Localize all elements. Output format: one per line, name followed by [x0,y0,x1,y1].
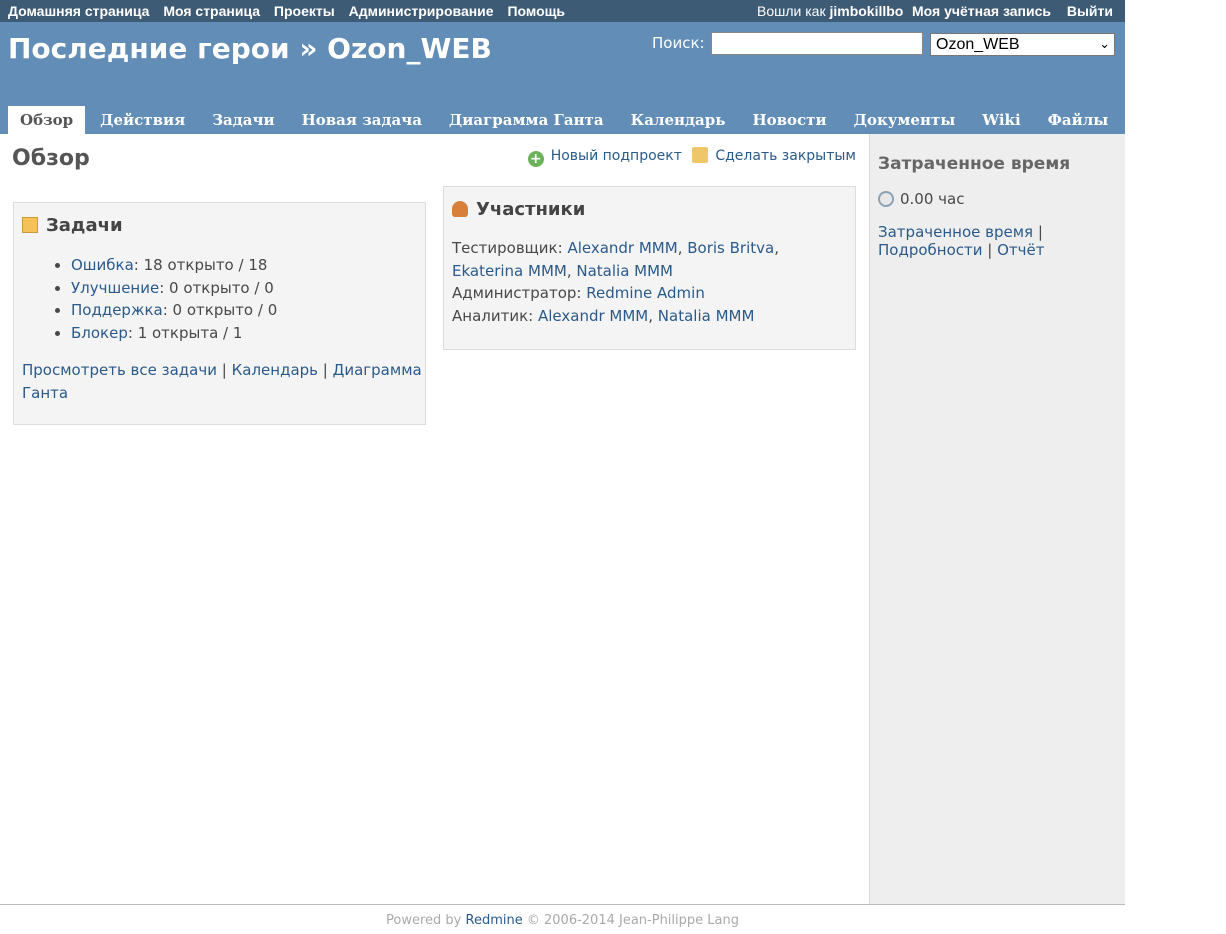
tracker-stats: : 1 открыта / 1 [127,323,243,342]
project-jump-select[interactable]: Ozon_WEB ⌄ [930,33,1115,56]
tab-overview[interactable]: Обзор [8,106,86,134]
top-menu: Домашняя страница Моя страница Проекты А… [0,0,1125,22]
list-item: Поддержка: 0 открыто / 0 [71,299,277,322]
add-icon: + [527,151,544,167]
role-row-analyst: Аналитик: Alexandr MMM, Natalia MMM [452,306,755,325]
tab-news[interactable]: Новости [740,106,838,134]
members-list: Тестировщик: Alexandr MMM, Boris Britva,… [452,237,847,327]
tab-files[interactable]: Файлы [1036,106,1121,134]
main-menu: Обзор Действия Задачи Новая задача Диаграмма… [8,106,1165,134]
member-link[interactable]: Alexandr MMM [538,307,648,325]
sidebar-title: Затраченное время [878,154,1071,174]
role-label: Аналитик: [452,306,534,325]
powered-by-text: Powered by [386,913,462,928]
tab-wiki[interactable]: Wiki [970,106,1032,134]
account-menu: Моя учётная запись Выйти [900,3,1113,19]
member-link[interactable]: Natalia MMM [576,262,673,280]
tab-calendar[interactable]: Календарь [619,106,738,134]
lock-icon [692,147,709,163]
tab-settings[interactable]: Н [1123,106,1161,134]
top-menu-administration[interactable]: Администрирование [349,3,494,19]
main-content: Обзор + Новый подпроект Сделать закрытым … [0,134,869,904]
tracker-stats: : 0 открыто / 0 [162,301,278,320]
view-all-issues-link[interactable]: Просмотреть все задачи [22,361,217,379]
tab-documents[interactable]: Документы [842,106,968,134]
tab-new-issue[interactable]: Новая задача [290,106,434,134]
list-item: Блокер: 1 открыта / 1 [71,322,277,345]
top-menu-home[interactable]: Домашняя страница [8,3,149,19]
members-icon [452,201,468,217]
tab-activity[interactable]: Действия [88,106,197,134]
close-project-link[interactable]: Сделать закрытым [715,148,856,164]
separator: | [221,361,227,379]
chevron-down-icon: ⌄ [1099,36,1110,51]
logout-link[interactable]: Выйти [1067,3,1113,19]
role-label: Тестировщик: [452,239,563,257]
logged-as-label: Вошли как [757,3,826,19]
tab-issues[interactable]: Задачи [200,106,286,134]
clock-icon [878,191,894,207]
tracker-link-support[interactable]: Поддержка [71,301,163,319]
spent-time-total: 0.00 час [878,190,964,208]
details-link[interactable]: Подробности [878,241,983,259]
sidebar: Затраченное время 0.00 час Затраченное в… [869,134,1125,904]
spent-hours: 0.00 час [900,190,965,208]
separator: | [322,361,328,379]
top-menu-my-page[interactable]: Моя страница [163,3,260,19]
copyright-text: © 2006-2014 Jean-Philippe Lang [526,913,739,928]
my-account-link[interactable]: Моя учётная запись [912,3,1051,19]
list-item: Ошибка: 18 открыто / 18 [71,254,277,277]
tracker-stats: : 18 открыто / 18 [133,256,268,274]
project-title: Последние герои » Ozon_WEB [8,32,492,65]
member-link[interactable]: Boris Britva [687,239,774,257]
issues-icon [22,217,38,233]
member-link[interactable]: Ekaterina MMM [452,262,567,280]
role-label: Администратор: [452,284,582,303]
project-jump-value: Ozon_WEB [936,36,1020,53]
calendar-link[interactable]: Календарь [232,361,318,379]
members-box: Участники Тестировщик: Alexandr MMM, Bor… [443,186,856,350]
footer: Powered by Redmine © 2006-2014 Jean-Phil… [0,904,1125,934]
members-box-title-text: Участники [476,199,586,220]
contextual-actions: + Новый подпроект Сделать закрытым [527,147,856,167]
top-menu-help[interactable]: Помощь [507,3,565,19]
tracker-list: Ошибка: 18 открыто / 18 Улучшение: 0 отк… [33,254,277,344]
tracker-link-bug[interactable]: Ошибка [71,256,134,274]
list-item: Улучшение: 0 открыто / 0 [71,277,277,300]
search-input[interactable] [711,32,923,55]
issues-box-title-text: Задачи [46,215,123,236]
logged-as: Вошли как jimbokillbo [757,3,903,19]
member-link[interactable]: Alexandr MMM [567,239,677,257]
tracker-stats: : 0 открыто / 0 [159,278,274,297]
header: Последние герои » Ozon_WEB Поиск: Ozon_W… [0,22,1150,134]
issues-box-links: Просмотреть все задачи | Календарь | Диа… [22,359,422,405]
separator: | [987,241,993,259]
separator: | [1037,223,1043,241]
spent-time-link[interactable]: Затраченное время [878,223,1033,241]
role-row-tester: Тестировщик: Alexandr MMM, Boris Britva,… [452,239,779,280]
role-row-admin: Администратор: Redmine Admin [452,282,847,305]
tracker-link-blocker[interactable]: Блокер [71,324,128,342]
tab-gantt[interactable]: Диаграмма Ганта [437,106,616,134]
sidebar-links: Затраченное время | Подробности | Отчёт [878,223,1045,259]
member-link[interactable]: Redmine Admin [586,284,705,302]
tracker-link-feature[interactable]: Улучшение [71,279,159,297]
issues-box: Задачи Ошибка: 18 открыто / 18 Улучшение… [13,202,426,425]
redmine-link[interactable]: Redmine [466,913,523,928]
search-label: Поиск: [652,34,705,52]
new-subproject-link[interactable]: Новый подпроект [551,148,682,164]
page-title: Обзор [12,146,90,171]
report-link[interactable]: Отчёт [997,241,1044,259]
issues-box-title: Задачи [22,215,123,236]
logged-as-user-link[interactable]: jimbokillbo [829,3,903,19]
top-menu-left: Домашняя страница Моя страница Проекты А… [8,3,575,19]
members-box-title: Участники [452,199,585,220]
top-menu-projects[interactable]: Проекты [274,3,335,19]
page-wrapper: Домашняя страница Моя страница Проекты А… [0,0,1150,934]
member-link[interactable]: Natalia MMM [658,307,755,325]
